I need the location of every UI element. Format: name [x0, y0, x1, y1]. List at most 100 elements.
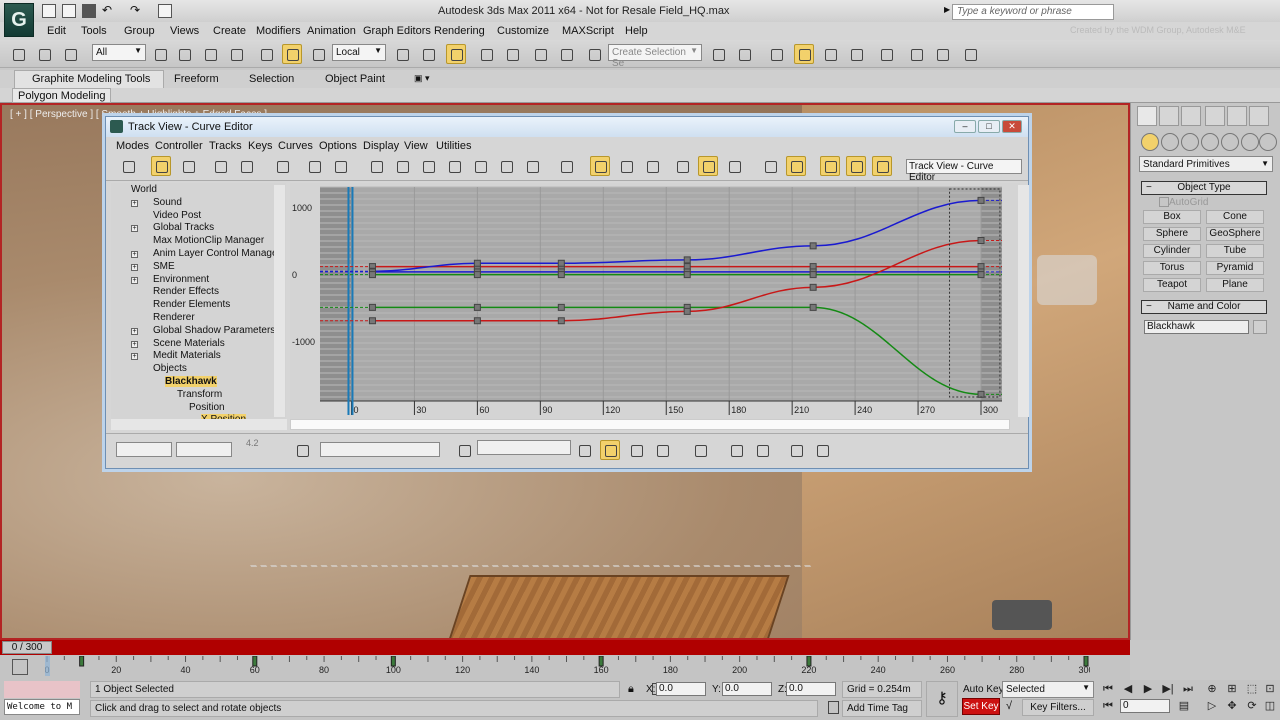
timeline-key[interactable] [1083, 656, 1089, 667]
tree-item-scene-materials[interactable]: Scene Materials [153, 338, 225, 349]
frame-horizontal-extents-icon[interactable] [726, 440, 746, 460]
tree-item-environment[interactable]: Environment [153, 274, 209, 285]
cylinder-button[interactable]: Cylinder [1143, 244, 1201, 258]
tv-menu-tracks[interactable]: Tracks [209, 140, 242, 152]
tv-menu-display[interactable]: Display [363, 140, 399, 152]
expand-toggle-icon[interactable]: + [131, 251, 138, 258]
curve-key[interactable] [809, 283, 817, 291]
tree-item-medit-materials[interactable]: Medit Materials [153, 350, 221, 361]
fast-tangents-icon[interactable] [418, 156, 438, 176]
align-icon[interactable] [734, 44, 754, 64]
tree-item-sound[interactable]: Sound [153, 197, 182, 208]
rendered-frame-window-icon[interactable] [932, 44, 952, 64]
filter-selected-tracks-icon[interactable] [574, 440, 594, 460]
shapes-icon[interactable] [1161, 133, 1179, 151]
new-file-icon[interactable] [42, 4, 56, 18]
tv-menu-keys[interactable]: Keys [248, 140, 272, 152]
modify-tab-icon[interactable] [1159, 106, 1179, 126]
time-slider-thumb[interactable]: 0 / 300 [2, 641, 52, 654]
name-color-rollout[interactable]: − Name and Color [1141, 300, 1267, 314]
expand-toggle-icon[interactable]: + [131, 263, 138, 271]
percent-snap-icon[interactable] [530, 44, 550, 64]
tree-item-renderer[interactable]: Renderer [153, 312, 195, 323]
show-tangents-icon[interactable] [698, 156, 718, 176]
helpers-icon[interactable] [1221, 133, 1239, 151]
tree-item-objects[interactable]: Objects [153, 363, 187, 374]
cameras-icon[interactable] [1201, 133, 1219, 151]
curve-key[interactable] [809, 303, 817, 311]
move-icon[interactable] [256, 44, 276, 64]
curve-key[interactable] [473, 303, 481, 311]
go-to-end-icon[interactable]: ⏭ [1180, 682, 1196, 696]
curve-graph[interactable]: 0 30 60 90 120 150 180 210 240 270 300 1000 0 -1000 [290, 183, 1020, 420]
key-mode-dropdown[interactable]: Selected ▼ [1002, 681, 1094, 698]
sphere-button[interactable]: Sphere [1143, 227, 1201, 241]
chevron-right-icon[interactable]: ▶ [944, 5, 950, 14]
parameter-curve-oor-icon[interactable] [616, 156, 636, 176]
filters-icon[interactable] [118, 156, 138, 176]
maxscript-listener-output[interactable] [4, 681, 80, 698]
play-icon[interactable]: ▶ [1140, 682, 1156, 696]
tv-menu-utilities[interactable]: Utilities [436, 140, 471, 152]
curve-key[interactable] [473, 271, 481, 279]
angle-snap-icon[interactable] [502, 44, 522, 64]
mirror-icon[interactable] [708, 44, 728, 64]
move-keys-icon[interactable] [151, 156, 171, 176]
minimize-button[interactable]: – [954, 120, 976, 133]
bind-space-warp-icon[interactable] [60, 44, 80, 64]
scale-icon[interactable] [308, 44, 328, 64]
snaps-toggle-icon[interactable] [476, 44, 496, 64]
tv-menu-curves[interactable]: Curves [278, 140, 313, 152]
scale-keys-icon[interactable] [210, 156, 230, 176]
y-coordinate-input[interactable]: 0.0 [722, 682, 772, 696]
pivot-center-icon[interactable] [392, 44, 412, 64]
slow-tangents-icon[interactable] [444, 156, 464, 176]
reduce-keys-icon[interactable] [330, 156, 350, 176]
menu-help[interactable]: Help [625, 25, 648, 37]
reference-coordinate-dropdown[interactable]: Local ▼ [332, 44, 386, 61]
time-configuration-icon[interactable]: ▤ [1176, 699, 1192, 713]
edit-named-selection-icon[interactable] [584, 44, 604, 64]
category-dropdown[interactable]: Standard Primitives ▼ [1139, 156, 1273, 172]
set-tangents-auto-icon[interactable] [760, 156, 780, 176]
curve-key[interactable] [683, 256, 691, 264]
smooth-tangents-icon[interactable] [522, 156, 542, 176]
value-field[interactable] [176, 442, 232, 457]
expand-toggle-icon[interactable]: + [131, 199, 138, 207]
tree-item-global-tracks[interactable]: Global Tracks [153, 222, 214, 233]
menu-modifiers[interactable]: Modifiers [256, 25, 301, 37]
tv-menu-view[interactable]: View [404, 140, 428, 152]
zoom-icon[interactable] [786, 440, 806, 460]
timeline-ruler[interactable]: 0204060801001201401601802002202402602803… [45, 656, 1090, 678]
keyboard-shortcut-override-icon[interactable] [446, 44, 466, 64]
box-button[interactable]: Box [1143, 210, 1201, 224]
teapot-button[interactable]: Teapot [1143, 278, 1201, 292]
app-menu-button[interactable]: G [4, 3, 34, 37]
curve-key[interactable] [557, 259, 565, 267]
cone-button[interactable]: Cone [1206, 210, 1264, 224]
utilities-tab-icon[interactable] [1249, 106, 1269, 126]
zoom-region-icon[interactable] [812, 440, 832, 460]
tree-item-position[interactable]: Position [189, 402, 225, 413]
select-object-icon[interactable] [150, 44, 170, 64]
go-to-start-icon[interactable]: ⏮ [1100, 682, 1116, 696]
layer-manager-icon[interactable] [766, 44, 786, 64]
rotate-icon[interactable] [282, 44, 302, 64]
key-filters-button[interactable]: Key Filters... [1022, 699, 1094, 716]
graph-vertical-scrollbar[interactable] [1018, 185, 1029, 417]
expand-toggle-icon[interactable]: + [131, 340, 138, 348]
render-setup-icon[interactable] [906, 44, 926, 64]
expand-toggle-icon[interactable]: + [131, 225, 138, 233]
x-coordinate-input[interactable]: 0.0 [656, 682, 706, 696]
track-view-titlebar[interactable]: Track View - Curve Editor – □ ✕ [106, 117, 1028, 137]
curve-key[interactable] [977, 237, 985, 244]
autogrid-checkbox[interactable] [1159, 197, 1169, 207]
tree-vertical-scrollbar[interactable] [274, 185, 285, 417]
edit-track-set-icon[interactable] [454, 440, 474, 460]
curve-key[interactable] [977, 196, 985, 204]
curve-key[interactable] [473, 317, 481, 325]
timeline-key[interactable] [390, 656, 396, 667]
ribbon-tab-freeform[interactable]: Freeform [174, 73, 219, 85]
timeline-key[interactable] [79, 656, 85, 667]
slide-keys-icon[interactable] [178, 156, 198, 176]
